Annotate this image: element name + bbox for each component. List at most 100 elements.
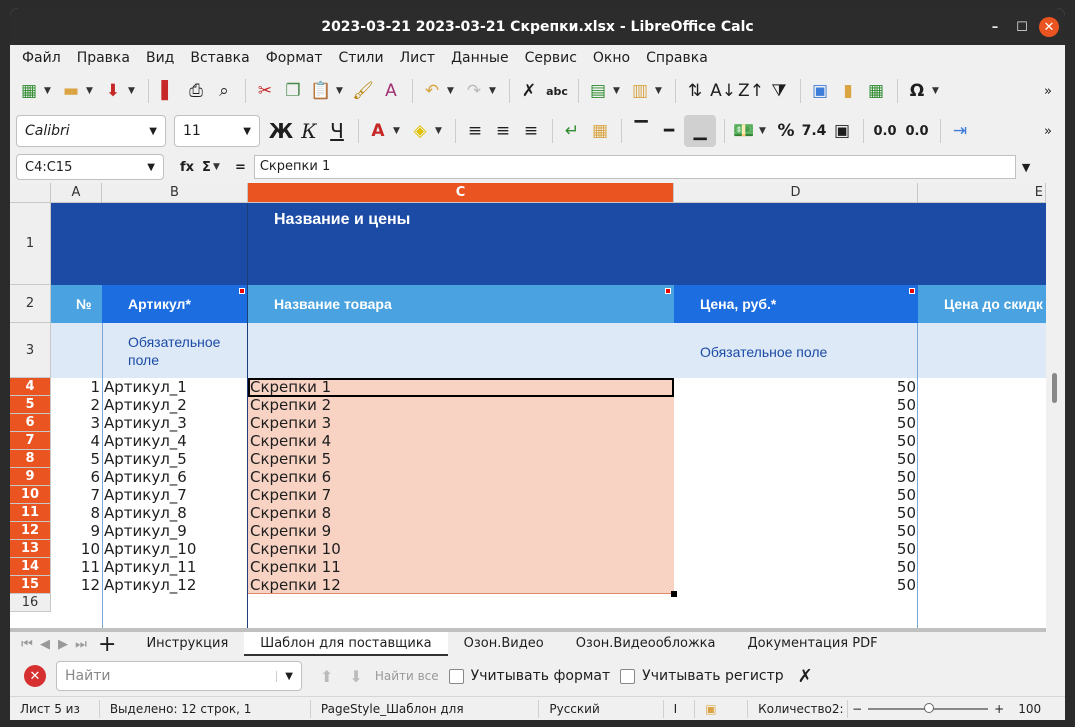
cell-name[interactable]: Скрепки 5: [249, 450, 673, 468]
cell-price[interactable]: 50: [674, 432, 918, 450]
align-top-icon[interactable]: ▔: [628, 118, 654, 144]
name-box[interactable]: C4:C15 ▼: [16, 154, 164, 180]
chevron-down-icon[interactable]: ▼: [393, 126, 403, 136]
menu-window[interactable]: Окно: [585, 50, 638, 66]
insert-mode-icon[interactable]: I: [664, 699, 696, 718]
find-replace-icon[interactable]: ✗: [516, 78, 542, 104]
row-header[interactable]: 12: [10, 522, 51, 540]
menu-sheet[interactable]: Лист: [392, 50, 443, 66]
find-previous-icon[interactable]: ⬆: [320, 667, 333, 686]
font-color-icon[interactable]: A: [365, 118, 391, 144]
increase-indent-icon[interactable]: ⇥: [947, 118, 973, 144]
insert-image-icon[interactable]: ▣: [807, 78, 833, 104]
find-replace-dialog-icon[interactable]: ✗: [798, 666, 813, 687]
cell-number[interactable]: 4: [51, 432, 102, 450]
status-sheet[interactable]: Лист 5 из 8: [10, 699, 100, 720]
new-document-icon[interactable]: ▦: [16, 78, 42, 104]
row-header[interactable]: 5: [10, 396, 51, 414]
cell-articul[interactable]: Артикул_6: [103, 468, 247, 486]
add-sheet-icon[interactable]: +: [98, 632, 116, 657]
cell-articul[interactable]: Артикул_8: [103, 504, 247, 522]
chevron-down-icon[interactable]: ▼: [276, 670, 293, 682]
insert-chart-icon[interactable]: ▮: [835, 78, 861, 104]
redo-icon[interactable]: ↷: [461, 78, 487, 104]
row-header[interactable]: 3: [10, 323, 51, 378]
cell-price[interactable]: 50: [674, 468, 918, 486]
menu-tools[interactable]: Сервис: [517, 50, 585, 66]
chevron-down-icon[interactable]: ▼: [44, 86, 54, 96]
pivot-table-icon[interactable]: ▦: [863, 78, 889, 104]
cell-price[interactable]: 50: [674, 558, 918, 576]
toolbar-overflow-icon[interactable]: »: [1035, 118, 1061, 144]
chevron-down-icon[interactable]: ▼: [86, 86, 96, 96]
maximize-icon[interactable]: ☐: [1012, 17, 1032, 37]
cell-price[interactable]: 50: [674, 396, 918, 414]
cell-name[interactable]: Скрепки 9: [249, 522, 673, 540]
autofilter-icon[interactable]: ⧩: [766, 78, 792, 104]
zoom-thumb[interactable]: [924, 702, 935, 713]
undo-icon[interactable]: ↶: [419, 78, 445, 104]
cut-icon[interactable]: ✂: [252, 78, 278, 104]
document-modified-icon[interactable]: ▣: [695, 699, 749, 718]
menu-format[interactable]: Формат: [258, 50, 331, 66]
align-bottom-icon[interactable]: ▁: [684, 115, 716, 147]
menu-styles[interactable]: Стили: [331, 50, 392, 66]
cell-name[interactable]: Скрепки 3: [249, 414, 673, 432]
sort-descending-icon[interactable]: Z↑: [738, 78, 764, 104]
minimize-icon[interactable]: –: [985, 17, 1005, 37]
chevron-down-icon[interactable]: ▼: [336, 86, 346, 96]
match-case-checkbox[interactable]: [620, 668, 636, 684]
close-find-icon[interactable]: ✕: [24, 665, 46, 687]
cell-name[interactable]: Скрепки 8: [249, 504, 673, 522]
cell-price[interactable]: 50: [674, 486, 918, 504]
row-header[interactable]: 15: [10, 576, 51, 594]
date-format-icon[interactable]: ▣: [829, 118, 855, 144]
tab-ozon-video-cover[interactable]: Озон.Видеообложка: [560, 632, 732, 656]
match-format-checkbox[interactable]: [448, 668, 464, 684]
cell-price[interactable]: 50: [674, 414, 918, 432]
cell-name[interactable]: Скрепки 11: [249, 558, 673, 576]
close-icon[interactable]: ✕: [1039, 17, 1059, 37]
menu-file[interactable]: Файл: [14, 50, 69, 66]
row-header[interactable]: 4: [10, 378, 51, 396]
row-header[interactable]: 9: [10, 468, 51, 486]
find-next-icon[interactable]: ⬇: [349, 667, 362, 686]
zoom-slider[interactable]: − +: [848, 700, 1008, 718]
menu-help[interactable]: Справка: [638, 50, 716, 66]
header-price-before[interactable]: Цена до скидк: [944, 295, 1046, 313]
cell-number[interactable]: 2: [51, 396, 102, 414]
zoom-out-icon[interactable]: −: [852, 700, 862, 718]
export-pdf-icon[interactable]: ▌: [155, 78, 181, 104]
function-wizard-icon[interactable]: fx: [180, 160, 194, 175]
cell-number[interactable]: 6: [51, 468, 102, 486]
menu-data[interactable]: Данные: [443, 50, 517, 66]
chevron-down-icon[interactable]: ▼: [932, 86, 942, 96]
row-header[interactable]: 11: [10, 504, 51, 522]
row-header[interactable]: 6: [10, 414, 51, 432]
currency-format-icon[interactable]: 💵: [731, 118, 757, 144]
chevron-down-icon[interactable]: ▼: [655, 86, 665, 96]
formula-equals-icon[interactable]: =: [235, 160, 246, 175]
clone-formatting-icon[interactable]: 🖌: [350, 78, 376, 104]
column-header-a[interactable]: A: [51, 183, 102, 203]
menu-view[interactable]: Вид: [138, 50, 182, 66]
add-decimal-button[interactable]: 0.0: [870, 118, 900, 144]
cell-articul[interactable]: Артикул_9: [103, 522, 247, 540]
special-character-icon[interactable]: Ω: [904, 78, 930, 104]
column-icon[interactable]: ▥: [627, 78, 653, 104]
cell-number[interactable]: 11: [51, 558, 102, 576]
cell-number[interactable]: 12: [51, 576, 102, 594]
font-name-combo[interactable]: Calibri ▼: [16, 115, 166, 147]
row-header[interactable]: 2: [10, 285, 51, 323]
print-icon[interactable]: ⎙: [183, 78, 209, 104]
select-all-corner[interactable]: [10, 183, 51, 203]
chevron-down-icon[interactable]: ▼: [213, 162, 223, 172]
cell-price[interactable]: 50: [674, 540, 918, 558]
open-folder-icon[interactable]: ▬: [58, 78, 84, 104]
sort-ascending-icon[interactable]: A↓: [710, 78, 736, 104]
chevron-down-icon[interactable]: ▼: [149, 126, 157, 137]
row-header[interactable]: 8: [10, 450, 51, 468]
font-size-combo[interactable]: 11 ▼: [174, 115, 260, 147]
last-sheet-icon[interactable]: ⏭: [72, 637, 90, 652]
vertical-scrollbar[interactable]: [1046, 183, 1065, 628]
